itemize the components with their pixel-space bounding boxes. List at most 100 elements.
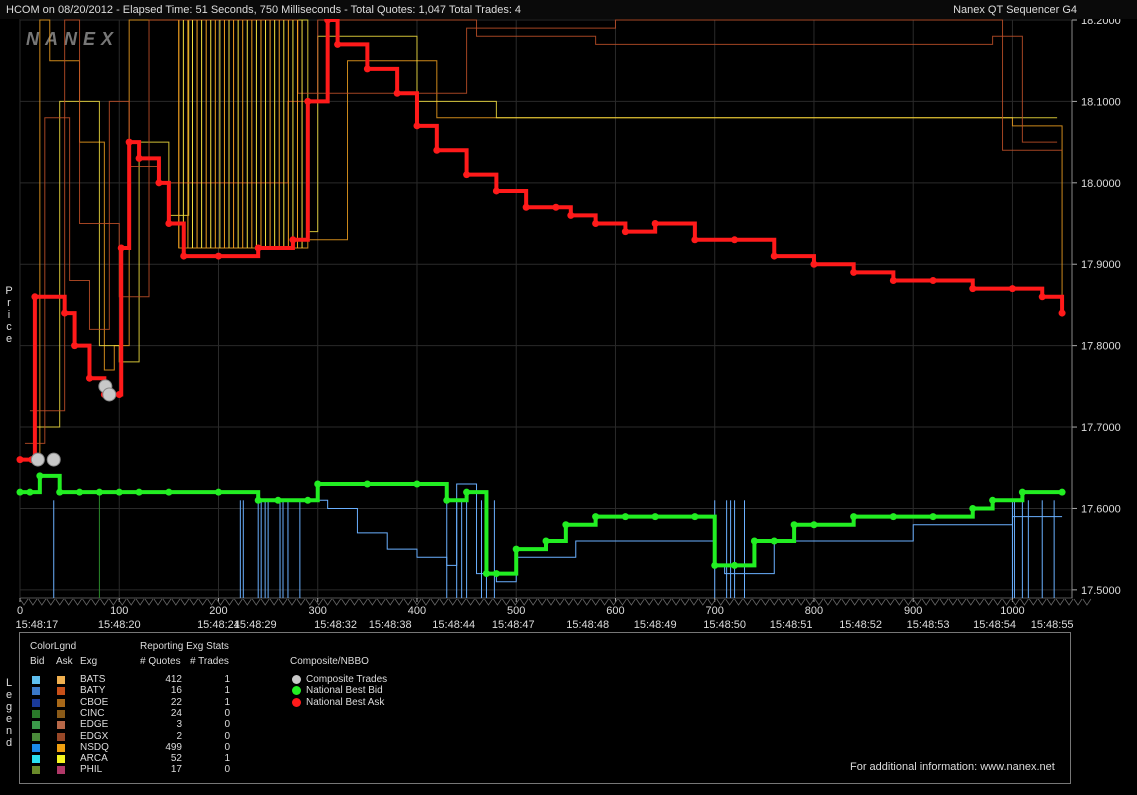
ask-point: [1058, 309, 1066, 317]
legend-composite-marker: [292, 686, 301, 696]
bid-point: [314, 480, 322, 488]
x-seq-label: 400: [408, 605, 426, 617]
ask-point: [180, 252, 188, 260]
legend-ask-swatch: [57, 743, 65, 752]
legend-colorlgnd-header: ColorLgnd: [30, 641, 77, 652]
ask-point: [1038, 293, 1046, 301]
legend-trades-count: 1: [224, 674, 230, 685]
ask-point: [889, 277, 897, 285]
ask-point: [61, 309, 69, 317]
chart-title: HCOM on 08/20/2012 - Elapsed Time: 51 Se…: [6, 4, 522, 16]
ask-point: [929, 277, 937, 285]
legend-quotes-count: 412: [165, 674, 182, 685]
y-tick-label: 17.5000: [1081, 585, 1121, 597]
legend-bid-swatch: [32, 676, 40, 684]
x-time-label: 15:48:52: [839, 619, 882, 631]
bid-point: [254, 496, 262, 504]
x-time-label: 15:48:20: [98, 619, 141, 631]
title-bar: HCOM on 08/20/2012 - Elapsed Time: 51 Se…: [0, 0, 1137, 19]
ask-point: [125, 138, 133, 146]
x-time-label: 15:48:54: [973, 619, 1016, 631]
ask-point: [810, 260, 818, 268]
bid-point: [889, 513, 897, 521]
bid-point: [304, 496, 312, 504]
bid-point: [463, 488, 471, 496]
legend-exchange-name: CINC: [80, 707, 105, 719]
ask-point: [214, 252, 222, 260]
legend-ask-swatch: [57, 755, 65, 764]
legend-exchange-name: CBOE: [80, 696, 109, 708]
x-seq-label: 100: [110, 605, 128, 617]
bid-point: [363, 480, 371, 488]
ask-point: [155, 179, 163, 187]
ask-point: [334, 40, 342, 48]
legend-trades-count: 0: [224, 707, 230, 719]
y-tick-label: 18.0000: [1081, 178, 1121, 190]
ask-point: [522, 203, 530, 211]
legend-quotes-count: 16: [170, 685, 182, 697]
legend-panel: ColorLgnd Bid Ask Exg Reporting Exg Stat…: [19, 632, 1071, 784]
bid-point: [56, 488, 64, 496]
legend-quotes-count: 3: [176, 719, 182, 731]
legend-ask-swatch: [57, 687, 65, 696]
legend-stats-header: Reporting Exg Stats: [140, 641, 229, 652]
y-tick-label: 18.1000: [1081, 96, 1121, 108]
bid-point: [651, 513, 659, 521]
ask-point: [770, 252, 778, 260]
y-tick-label: 17.8000: [1081, 341, 1121, 353]
x-time-label: 15:48:53: [907, 619, 950, 631]
ask-point: [413, 122, 421, 130]
bid-point: [750, 537, 758, 545]
x-time-label: 15:48:29: [234, 619, 277, 631]
legend-bid-swatch: [32, 766, 40, 775]
x-seq-label: 600: [606, 605, 624, 617]
legend-composite-marker: [292, 675, 301, 684]
bid-point: [95, 488, 103, 496]
ask-point: [115, 390, 123, 398]
ask-point: [289, 236, 297, 244]
legend-exchange-name: EDGE: [80, 719, 109, 731]
bid-point: [482, 570, 490, 578]
x-time-label: 15:48:48: [566, 619, 609, 631]
trade-point: [46, 452, 61, 467]
bid-point: [1018, 488, 1026, 496]
x-seq-label: 500: [507, 605, 525, 617]
x-time-label: 15:48:32: [314, 619, 357, 631]
x-seq-label: 900: [904, 605, 922, 617]
bid-point: [115, 488, 123, 496]
ask-point: [304, 97, 312, 105]
legend-exchange-name: PHIL: [80, 764, 103, 776]
bid-point: [621, 513, 629, 521]
x-time-label: 15:48:47: [492, 619, 535, 631]
bid-point: [929, 513, 937, 521]
legend-trades-count: 0: [224, 764, 230, 776]
x-seq-label: 200: [209, 605, 227, 617]
legend-composite-label: National Best Ask: [306, 696, 385, 708]
bid-point: [413, 480, 421, 488]
x-seq-label: 0: [17, 605, 23, 617]
ask-point: [691, 236, 699, 244]
ask-point: [850, 268, 858, 276]
x-time-label: 15:48:38: [369, 619, 412, 631]
x-seq-label: 800: [805, 605, 823, 617]
legend-ask-swatch: [57, 676, 65, 684]
ask-point: [567, 211, 575, 219]
price-chart: NANEX 18.200018.100018.000017.900017.800…: [0, 0, 1137, 632]
ask-point: [621, 228, 629, 236]
app-name: Nanex QT Sequencer G4: [953, 4, 1077, 16]
legend-bid-swatch: [32, 687, 40, 696]
legend-exchange-name: ARCA: [80, 753, 108, 765]
x-seq-label: 700: [706, 605, 724, 617]
legend-trades-count: 0: [224, 730, 230, 742]
bid-point: [274, 496, 282, 504]
legend-quotes-count: 22: [170, 696, 182, 708]
chart-background: [0, 0, 1137, 632]
x-time-label: 15:48:51: [770, 619, 813, 631]
bid-point: [850, 513, 858, 521]
y-tick-label: 17.9000: [1081, 259, 1121, 271]
bid-point: [592, 513, 600, 521]
bid-point: [731, 561, 739, 569]
legend-exchange-name: BATY: [80, 685, 106, 697]
legend-quotes-count: 17: [170, 764, 182, 776]
bid-point: [214, 488, 222, 496]
